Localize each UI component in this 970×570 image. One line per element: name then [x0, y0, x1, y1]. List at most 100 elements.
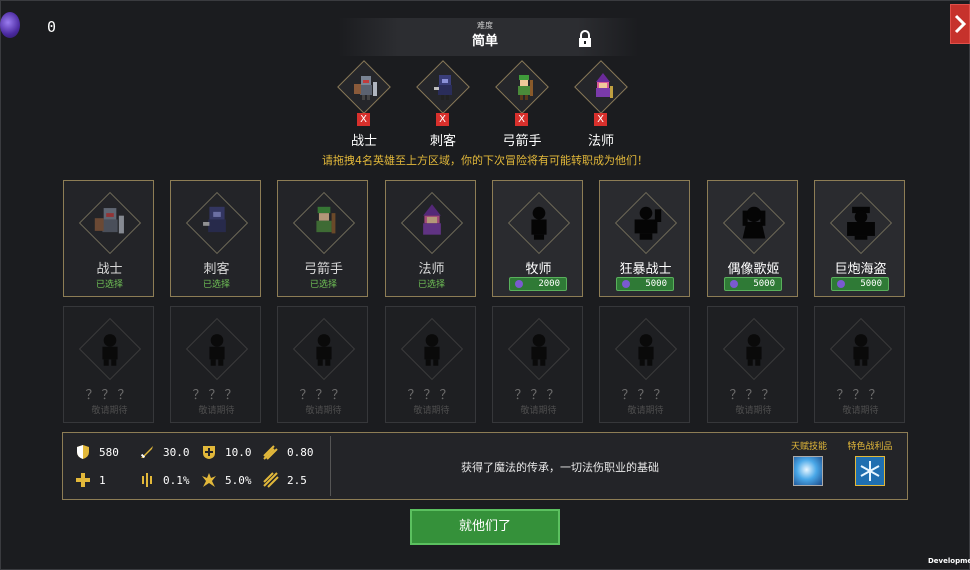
hero-name: 巨炮海盗: [834, 262, 887, 277]
price-value: 5000: [860, 279, 882, 289]
snowflake-icon: [860, 461, 880, 481]
unlock-price-button[interactable]: 5000: [724, 277, 782, 291]
remove-hero-button[interactable]: X: [436, 113, 449, 126]
unknown-hero-silhouette-icon: [209, 334, 225, 366]
talent-skill-label: 天赋技能: [790, 442, 827, 452]
hero-status: 敬请期待: [842, 406, 879, 416]
price-value: 5000: [645, 279, 667, 289]
difficulty-value[interactable]: 简单: [450, 30, 520, 49]
selected-hero-name: 刺客: [429, 134, 456, 149]
hero-name: 偶像歌姬: [727, 262, 780, 277]
assassin-portrait-icon: [203, 206, 226, 233]
unlock-price-button[interactable]: 5000: [831, 277, 889, 291]
armor-icon: [203, 446, 215, 459]
purple-gem-icon: [515, 280, 523, 288]
remove-hero-button[interactable]: X: [594, 113, 607, 126]
hero-name: ？？？: [514, 388, 563, 403]
warrior-portrait-icon: [354, 76, 377, 100]
talent-skill-orb-icon[interactable]: [793, 456, 823, 486]
hero-status: 已选择: [202, 280, 230, 290]
drag-hint-text: 请拖拽4名英雄至上方区域，你的下次冒险将有可能转职成为他们！: [322, 154, 648, 167]
unlock-price-button[interactable]: 2000: [509, 277, 567, 291]
hero-status: 敬请期待: [627, 406, 664, 416]
mage-portrait-icon: [596, 73, 613, 98]
unlock-price-button[interactable]: 5000: [616, 277, 674, 291]
locked-priest-silhouette-icon: [531, 206, 547, 240]
stat-value: 0.80: [287, 446, 314, 459]
unknown-hero-silhouette-icon: [638, 334, 654, 366]
hero-name: ？？？: [836, 388, 885, 403]
locked-berserker-silhouette-icon: [634, 206, 662, 240]
attack-speed-icon: [263, 445, 278, 460]
remove-hero-button[interactable]: X: [515, 113, 528, 126]
hero-card-warrior[interactable]: 战士 已选择: [63, 180, 154, 297]
hero-status: 已选择: [417, 280, 445, 290]
close-button[interactable]: [950, 4, 970, 44]
warrior-portrait-icon: [94, 208, 124, 234]
currency-count: 0: [47, 18, 57, 36]
lock-icon[interactable]: [576, 30, 594, 48]
development-watermark: Development: [928, 557, 970, 565]
hero-card-pirate[interactable]: 巨炮海盗 5000: [814, 180, 905, 297]
locked-idol-silhouette-icon: [742, 206, 766, 239]
crit-chance-icon: [142, 473, 152, 487]
hero-name: 弓箭手: [303, 262, 343, 277]
hero-name: ？？？: [85, 388, 134, 403]
hero-name: ？？？: [621, 388, 670, 403]
purple-gem-icon: [837, 280, 845, 288]
hero-card-idol[interactable]: 偶像歌姬 5000: [707, 180, 798, 297]
hero-status: 敬请期待: [520, 406, 557, 416]
range-icon: [263, 472, 279, 488]
unknown-hero-silhouette-icon: [746, 334, 762, 366]
unknown-hero-silhouette-icon: [531, 334, 547, 366]
signature-loot-label: 特色战利品: [847, 442, 893, 452]
purple-gem-icon: [622, 280, 630, 288]
unknown-hero-silhouette-icon: [853, 334, 869, 366]
hero-card-berserker[interactable]: 狂暴战士 5000: [599, 180, 690, 297]
panel-divider: [330, 436, 331, 496]
hero-name: ？？？: [729, 388, 778, 403]
selected-hero-slot-warrior[interactable]: X 战士: [333, 60, 399, 152]
unknown-hero-silhouette-icon: [424, 334, 440, 366]
hero-card-coming-soon: ？？？ 敬请期待: [599, 306, 690, 423]
stat-value: 5.0%: [225, 474, 252, 487]
hero-name: 狂暴战士: [619, 262, 672, 277]
purple-gem-icon: [0, 12, 20, 38]
hero-card-coming-soon: ？？？ 敬请期待: [707, 306, 798, 423]
stat-value: 30.0: [163, 446, 190, 459]
hero-name: 战士: [96, 262, 123, 277]
unknown-hero-silhouette-icon: [316, 334, 332, 366]
hero-description: 获得了魔法的传承，一切法伤职业的基础: [461, 461, 659, 474]
sword-icon: [140, 446, 153, 459]
hero-card-priest[interactable]: 牧师 2000: [492, 180, 583, 297]
assassin-portrait-icon: [434, 75, 452, 100]
hero-name: 刺客: [203, 262, 230, 277]
hero-card-archer[interactable]: 弓箭手 已选择: [277, 180, 368, 297]
selected-hero-slot-assassin[interactable]: X 刺客: [412, 60, 478, 152]
hero-status: 敬请期待: [305, 406, 342, 416]
price-value: 2000: [538, 279, 560, 289]
selected-hero-slot-archer[interactable]: X 弓箭手: [491, 60, 557, 152]
selected-hero-name: 战士: [350, 134, 377, 149]
confirm-heroes-button[interactable]: 就他们了: [410, 509, 560, 545]
hero-status: 敬请期待: [735, 406, 772, 416]
hero-status: 敬请期待: [413, 406, 450, 416]
hero-name: ？？？: [192, 388, 241, 403]
hero-card-coming-soon: ？？？ 敬请期待: [492, 306, 583, 423]
stat-value: 0.1%: [163, 474, 190, 487]
hero-card-coming-soon: ？？？ 敬请期待: [170, 306, 261, 423]
remove-hero-button[interactable]: X: [357, 113, 370, 126]
hero-card-coming-soon: ？？？ 敬请期待: [277, 306, 368, 423]
stat-value: 10.0: [225, 446, 252, 459]
selected-hero-name: 法师: [587, 134, 614, 149]
shield-hp-icon: [77, 445, 89, 459]
snowflake-loot-icon[interactable]: [855, 456, 885, 486]
selected-hero-slot-mage[interactable]: X 法师: [570, 60, 636, 152]
hero-card-coming-soon: ？？？ 敬请期待: [385, 306, 476, 423]
stat-value: 2.5: [287, 474, 307, 487]
hero-name: 法师: [418, 262, 445, 277]
hero-card-assassin[interactable]: 刺客 已选择: [170, 180, 261, 297]
archer-portrait-icon: [518, 75, 533, 100]
hero-name: ？？？: [299, 388, 348, 403]
hero-card-mage[interactable]: 法师 已选择: [385, 180, 476, 297]
